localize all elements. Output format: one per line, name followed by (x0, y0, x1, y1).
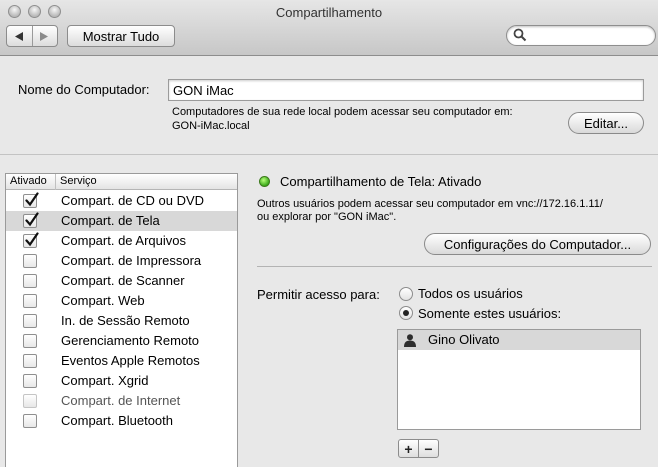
list-item[interactable]: Gino Olivato (398, 330, 640, 350)
checkmark-icon (25, 212, 39, 227)
service-row[interactable]: Compart. de Impressora (6, 251, 237, 271)
service-label: Compart. Bluetooth (61, 413, 174, 428)
service-checkbox[interactable] (23, 254, 37, 268)
service-label: Compart. de CD ou DVD (61, 193, 205, 208)
service-label: Compart. de Scanner (61, 273, 185, 288)
service-column-header[interactable]: Serviço (60, 175, 97, 187)
user-name: Gino Olivato (428, 332, 500, 347)
user-silhouette-icon (404, 334, 416, 347)
service-row[interactable]: Compart. de Tela (6, 211, 237, 231)
service-checkbox[interactable] (23, 212, 39, 228)
status-text: Compartilhamento de Tela: Ativado (280, 174, 482, 189)
service-label: Compart. Xgrid (61, 373, 149, 388)
service-checkbox[interactable] (23, 334, 37, 348)
computer-name-info-line1: Computadores de sua rede local podem ace… (172, 106, 513, 118)
access-info-line1: Outros usuários podem acessar seu comput… (257, 198, 603, 210)
service-row[interactable]: Compart. de Arquivos (6, 231, 237, 251)
service-checkbox[interactable] (23, 414, 37, 428)
section-divider (0, 154, 658, 155)
service-checkbox[interactable] (23, 192, 39, 208)
service-checkbox[interactable] (23, 274, 37, 288)
service-label: Compart. de Internet (61, 393, 181, 408)
checkmark-icon (25, 232, 39, 247)
service-row[interactable]: Compart. Bluetooth (6, 411, 237, 431)
search-icon (513, 28, 527, 42)
service-row[interactable]: Compart. de Internet (6, 391, 237, 411)
edit-button[interactable]: Editar... (568, 112, 644, 134)
add-user-button[interactable]: + (398, 439, 419, 458)
service-row[interactable]: Gerenciamento Remoto (6, 331, 237, 351)
all-users-radio-label[interactable]: Todos os usuários (418, 286, 523, 301)
service-checkbox[interactable] (23, 294, 37, 308)
allow-access-label: Permitir acesso para: (257, 287, 380, 302)
back-button[interactable] (7, 26, 32, 46)
service-row[interactable]: In. de Sessão Remoto (6, 311, 237, 331)
only-these-users-radio[interactable] (399, 306, 413, 320)
enabled-column-header[interactable]: Ativado (10, 175, 47, 187)
service-checkbox[interactable] (23, 374, 37, 388)
all-users-radio[interactable] (399, 287, 413, 301)
remove-user-button[interactable]: − (418, 439, 439, 458)
service-checkbox (23, 394, 37, 408)
service-label: Compart. Web (61, 293, 145, 308)
service-label: In. de Sessão Remoto (61, 313, 190, 328)
computer-name-field[interactable]: GON iMac (168, 79, 644, 101)
service-row[interactable]: Compart. Web (6, 291, 237, 311)
service-checkbox[interactable] (23, 314, 37, 328)
checkmark-icon (25, 192, 39, 207)
service-checkbox[interactable] (23, 232, 39, 248)
window-title: Compartilhamento (275, 5, 383, 20)
back-arrow-icon (14, 31, 23, 41)
service-row[interactable]: Compart. Xgrid (6, 371, 237, 391)
service-row[interactable]: Compart. de CD ou DVD (6, 191, 237, 211)
service-label: Compart. de Arquivos (61, 233, 187, 248)
access-info-line2: ou explorar por "GON iMac". (257, 211, 397, 223)
service-list: Ativado Serviço Compart. de CD ou DVD Com… (5, 173, 238, 467)
service-label: Compart. de Tela (61, 213, 160, 228)
computer-settings-button[interactable]: Configurações do Computador... (424, 233, 651, 255)
service-label: Eventos Apple Remotos (61, 353, 200, 368)
column-divider (55, 174, 56, 190)
service-list-header: Ativado Serviço (6, 174, 237, 190)
service-row[interactable]: Compart. de Scanner (6, 271, 237, 291)
detail-divider (257, 266, 652, 267)
computer-name-label: Nome do Computador: (18, 82, 150, 97)
search-field[interactable] (506, 25, 656, 46)
forward-arrow-icon (40, 31, 49, 41)
service-checkbox[interactable] (23, 354, 37, 368)
service-label: Gerenciamento Remoto (61, 333, 200, 348)
status-indicator-icon (259, 176, 270, 187)
show-all-button[interactable]: Mostrar Tudo (67, 25, 175, 47)
computer-name-info-line2: GON-iMac.local (172, 120, 250, 132)
radio-selected-dot (403, 310, 409, 316)
service-row[interactable]: Eventos Apple Remotos (6, 351, 237, 371)
users-list: Gino Olivato (397, 329, 641, 430)
only-these-users-radio-label[interactable]: Somente estes usuários: (418, 306, 561, 321)
navigation-segmented-control (6, 25, 58, 47)
forward-button[interactable] (31, 26, 57, 46)
service-label: Compart. de Impressora (61, 253, 202, 268)
